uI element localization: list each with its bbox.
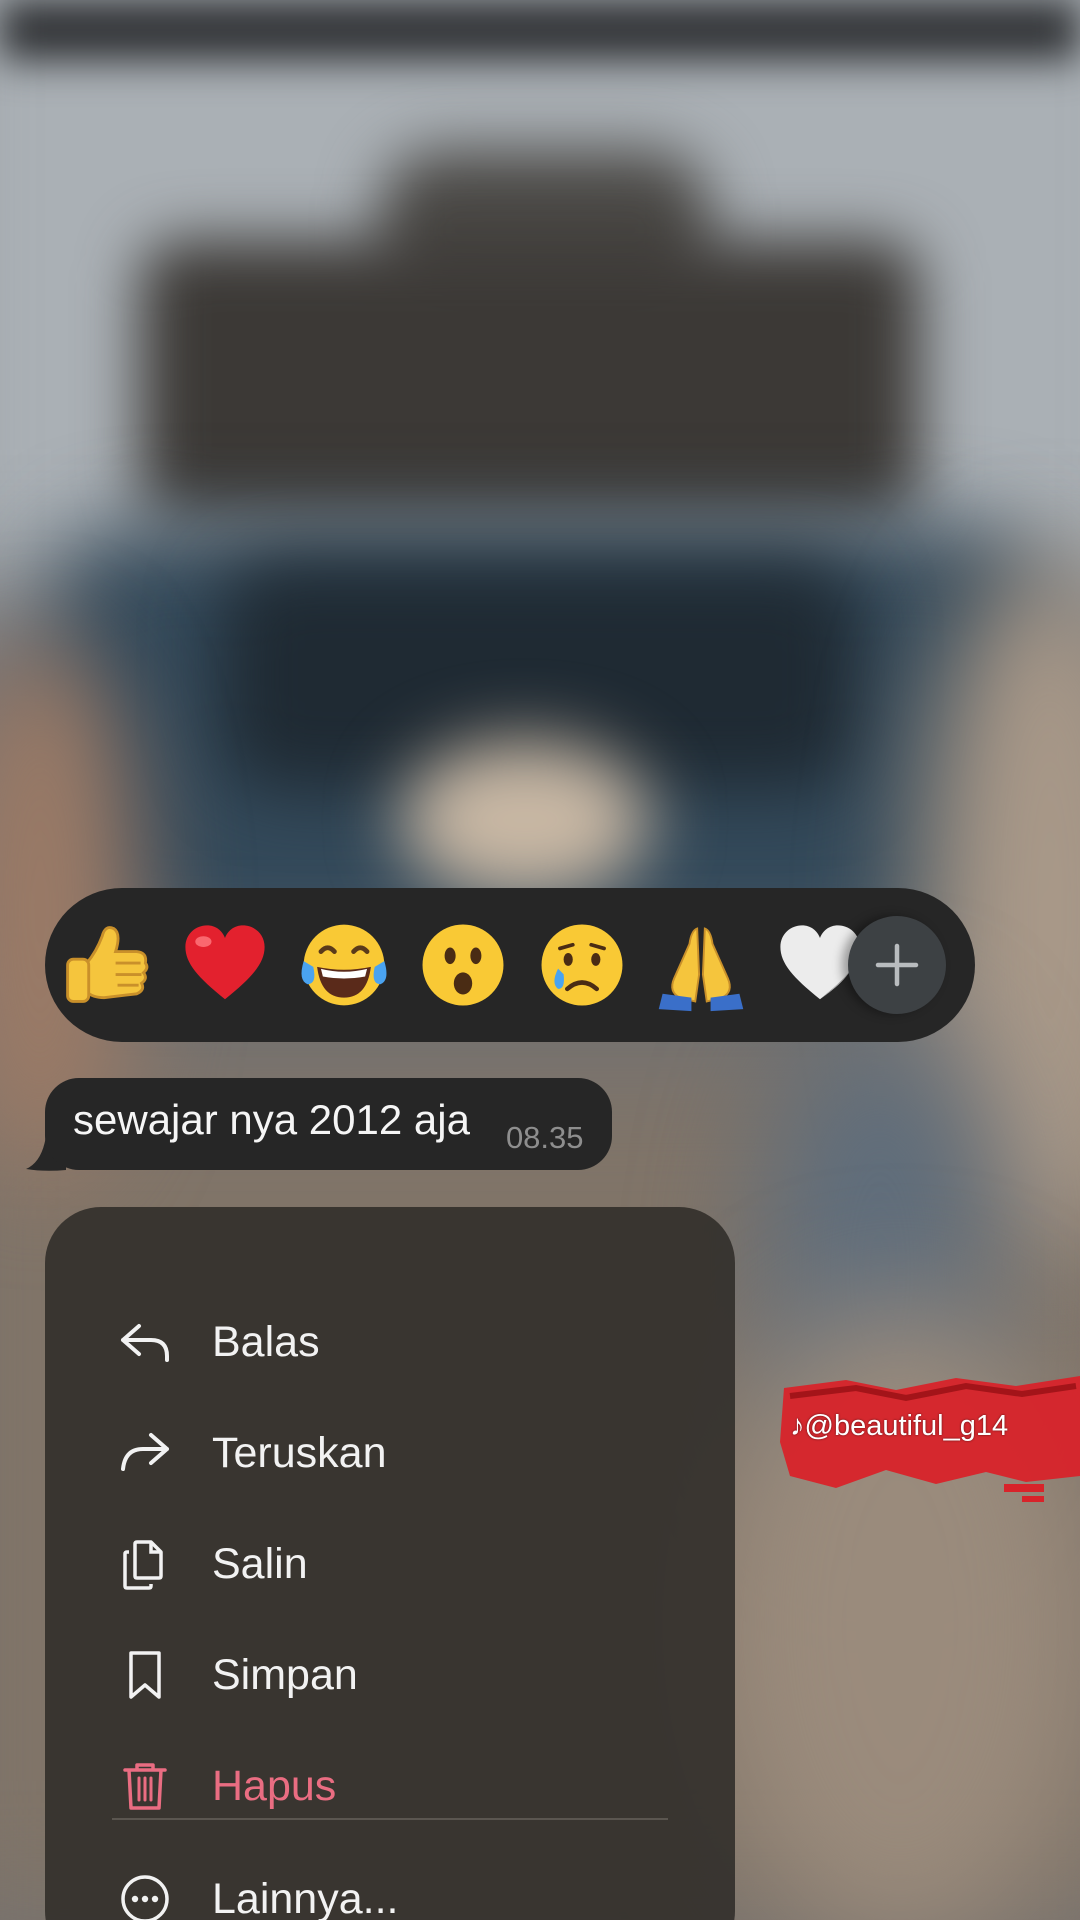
copy-icon	[115, 1534, 175, 1594]
red-heart-icon	[185, 925, 265, 1000]
tears-of-joy-reaction[interactable]	[289, 910, 399, 1020]
message-time: 08.35	[505, 1120, 584, 1155]
context-menu: Balas Teruskan Salin Simpan Hapus Lainny…	[45, 1207, 735, 1920]
menu-item-save[interactable]: Simpan	[45, 1625, 735, 1725]
message-text: sewajar nya 2012 aja	[73, 1096, 470, 1143]
surprised-reaction[interactable]	[408, 910, 518, 1020]
reply-icon	[115, 1312, 175, 1372]
thumbs-up-icon	[66, 926, 149, 1003]
surprised-face-icon	[422, 924, 504, 1006]
screen: sewajar nya 2012 aja 08.35 Balas Teruska…	[0, 0, 1080, 1920]
crying-reaction[interactable]	[527, 910, 637, 1020]
reaction-bar	[45, 888, 975, 1042]
trash-icon	[115, 1756, 175, 1816]
menu-item-label: Teruskan	[212, 1428, 387, 1477]
folded-hands-icon	[658, 927, 744, 1012]
menu-item-forward[interactable]: Teruskan	[45, 1403, 735, 1503]
watermark-handle: ♪@beautiful_g14	[790, 1410, 1009, 1442]
menu-item-delete[interactable]: Hapus	[45, 1736, 735, 1836]
message-bubble[interactable]: sewajar nya 2012 aja 08.35	[45, 1078, 612, 1170]
more-reactions-button[interactable]	[848, 916, 946, 1014]
bookmark-icon	[115, 1645, 175, 1705]
thumbs-up-reaction[interactable]	[51, 910, 161, 1020]
menu-item-label: Salin	[212, 1539, 308, 1588]
more-icon	[115, 1869, 175, 1920]
tears-of-joy-icon	[301, 924, 387, 1006]
forward-icon	[115, 1423, 175, 1483]
menu-item-more[interactable]: Lainnya...	[45, 1849, 735, 1920]
crying-face-icon	[541, 924, 623, 1006]
menu-item-label: Balas	[212, 1317, 320, 1366]
plus-icon	[875, 943, 919, 987]
menu-item-reply[interactable]: Balas	[45, 1292, 735, 1392]
menu-item-label: Lainnya...	[212, 1874, 399, 1920]
menu-divider	[112, 1818, 668, 1820]
menu-item-label: Hapus	[212, 1761, 337, 1810]
menu-item-copy[interactable]: Salin	[45, 1514, 735, 1614]
tiktok-logo-icon: ♪	[790, 1410, 805, 1442]
red-heart-reaction[interactable]	[170, 910, 280, 1020]
tiktok-watermark: ♪@beautiful_g14	[776, 1372, 1080, 1512]
folded-hands-reaction[interactable]	[646, 910, 756, 1020]
menu-item-label: Simpan	[212, 1650, 358, 1699]
